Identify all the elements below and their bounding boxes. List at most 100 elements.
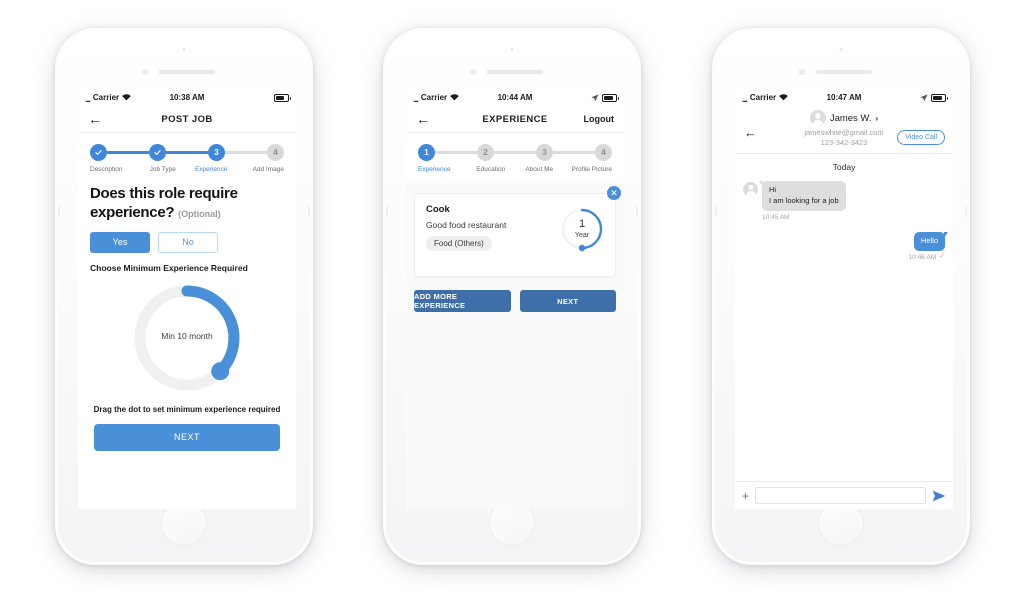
step-1-experience[interactable]: 1	[418, 144, 435, 161]
step-1-description[interactable]	[90, 144, 107, 161]
send-icon[interactable]	[932, 490, 946, 502]
no-button[interactable]: No	[158, 231, 218, 253]
experience-card[interactable]: ✕ Cook Good food restaurant Food (Others…	[414, 186, 621, 277]
message-out: Hello 10:46 AM ✓	[743, 231, 949, 261]
stepper-line-3	[553, 151, 595, 154]
stepper-line-2	[166, 151, 208, 154]
battery-icon	[274, 93, 291, 102]
status-bar: .... Carrier 10:44 AM	[406, 89, 624, 106]
yes-button[interactable]: Yes	[90, 231, 150, 253]
dial-hint: Drag the dot to set minimum experience r…	[93, 404, 281, 414]
phone-body: .... Carrier 10:44 AM ← EXPERIENCE Logou…	[386, 31, 638, 562]
side-nub-right	[636, 206, 638, 217]
back-arrow-icon[interactable]: ←	[744, 125, 757, 140]
optional-label: (Optional)	[178, 208, 221, 219]
status-right	[591, 93, 619, 102]
message-in: Hi I am looking for a job 10:45 AM	[743, 181, 945, 221]
choose-minimum-label: Choose Minimum Experience Required	[90, 262, 248, 273]
message-input[interactable]	[755, 487, 926, 504]
side-nub-left	[386, 206, 388, 217]
add-more-experience-button[interactable]: ADD MORE EXPERIENCE	[414, 290, 511, 312]
page-title: POST JOB	[161, 113, 213, 125]
sensor-icon	[799, 69, 805, 75]
day-divider: Today	[832, 162, 856, 172]
delivered-check-icon: ✓	[939, 252, 945, 260]
sensor-icon	[470, 69, 476, 75]
step-label-add-image: Add Image	[252, 166, 284, 173]
step-2-job-type[interactable]	[149, 144, 166, 161]
camera-icon	[839, 48, 843, 51]
contact-name: James W.	[829, 112, 872, 124]
chat-header: ← James W. › jameswhite@gmail.com 123-34…	[735, 106, 953, 154]
close-icon[interactable]: ✕	[607, 186, 621, 200]
earpiece-speaker	[816, 70, 872, 74]
user-avatar-icon	[743, 182, 758, 197]
step-2-education[interactable]: 2	[477, 144, 494, 161]
stepper-line-1	[435, 151, 477, 154]
side-nub-left	[715, 206, 717, 217]
next-button[interactable]: NEXT	[519, 290, 616, 312]
stepper-track: 1 2 3 4	[418, 144, 612, 161]
logout-button[interactable]: Logout	[584, 114, 615, 124]
question-heading: Does this role require experience? (Opti…	[90, 185, 284, 223]
dial-value-label: Min 10 month	[161, 330, 213, 341]
sensor-icon	[142, 69, 148, 75]
screen-chat: .... Carrier 10:47 AM ← James W. › james…	[735, 89, 953, 509]
phone-body: .... Carrier 10:47 AM ← James W. › james…	[715, 31, 967, 562]
experience-dial[interactable]: Min 10 month	[78, 279, 296, 399]
nav-bar: ← POST JOB	[78, 106, 296, 133]
plus-icon[interactable]: +	[742, 490, 749, 502]
screen-post-job: .... Carrier 10:38 AM ← POST JOB 3 4 Des…	[78, 89, 296, 509]
step-4-add-image[interactable]: 4	[267, 144, 284, 161]
experience-category-tag: Food (Others)	[426, 236, 492, 251]
status-right	[274, 93, 291, 102]
user-avatar-icon	[809, 110, 826, 126]
message-timestamp: 10:46 AM	[908, 253, 937, 261]
message-composer: +	[735, 481, 953, 509]
duration-unit: Year	[574, 232, 590, 239]
step-label-experience: Experience	[418, 166, 451, 173]
side-nub-left	[58, 206, 60, 217]
step-4-profile-picture[interactable]: 4	[595, 144, 612, 161]
experience-duration-ring: 1 Year	[559, 206, 605, 252]
outgoing-meta: 10:46 AM ✓	[909, 251, 945, 261]
screen-experience: .... Carrier 10:44 AM ← EXPERIENCE Logou…	[406, 89, 624, 509]
battery-icon	[602, 93, 619, 102]
side-nub-right	[308, 206, 310, 217]
step-label-about-me: About Me	[525, 166, 554, 173]
step-label-experience: Experience	[194, 166, 228, 173]
message-line-2: I am looking for a job	[769, 195, 839, 205]
stepper-line-2	[494, 151, 536, 154]
contact-name-row[interactable]: James W. ›	[743, 110, 945, 126]
screenshot-stage: .... Carrier 10:38 AM ← POST JOB 3 4 Des…	[0, 0, 1024, 592]
step-label-description: Description	[90, 166, 123, 173]
location-arrow-icon	[920, 93, 928, 102]
side-nub-right	[965, 206, 967, 217]
phone-body: .... Carrier 10:38 AM ← POST JOB 3 4 Des…	[58, 31, 310, 562]
step-3-experience[interactable]: 3	[208, 144, 225, 161]
stepper-experience: 1 2 3 4 Experience Education About Me Pr…	[406, 133, 624, 183]
camera-icon	[510, 48, 514, 51]
step-3-about-me[interactable]: 3	[536, 144, 553, 161]
location-arrow-icon	[591, 93, 599, 102]
chevron-right-icon[interactable]: ›	[876, 114, 879, 123]
step-label-education: Education	[476, 166, 506, 173]
phone-experience: .... Carrier 10:44 AM ← EXPERIENCE Logou…	[383, 28, 641, 565]
status-bar: .... Carrier 10:47 AM	[735, 89, 953, 106]
stepper-line-1	[107, 151, 149, 154]
duration-number: 1	[578, 218, 586, 230]
step-label-job-type: Job Type	[149, 166, 176, 173]
stepper-post-job: 3 4 Description Job Type Experience Add …	[78, 133, 296, 173]
battery-icon	[931, 93, 948, 102]
stepper-labels: Description Job Type Experience Add Imag…	[90, 166, 284, 173]
phone-chat: .... Carrier 10:47 AM ← James W. › james…	[712, 28, 970, 565]
status-time: 10:38 AM	[169, 93, 205, 102]
message-bubble-outgoing: Hello	[913, 231, 949, 251]
chat-messages: Today Hi I am looking for a job 10:45 AM	[735, 154, 953, 386]
status-bar: .... Carrier 10:38 AM	[78, 89, 296, 106]
next-button[interactable]: NEXT	[94, 423, 280, 451]
step-label-profile-picture: Profile Picture	[571, 166, 612, 173]
video-call-button[interactable]: Video Call	[897, 130, 945, 145]
nav-bar: ← EXPERIENCE Logout	[406, 106, 624, 133]
incoming-message-row: Hi I am looking for a job	[743, 181, 945, 211]
